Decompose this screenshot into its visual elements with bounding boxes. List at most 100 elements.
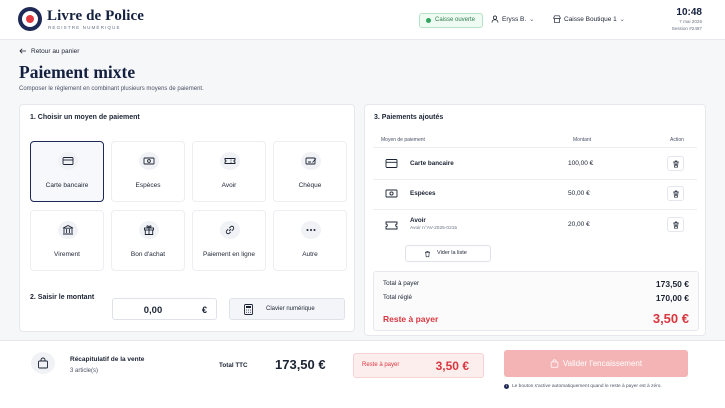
choose-method-title: 1. Choisir un moyen de paiement bbox=[30, 114, 140, 121]
page-title: Paiement mixte bbox=[19, 62, 136, 82]
method-label: Autre bbox=[302, 251, 318, 258]
row-method-name: Avoir bbox=[410, 217, 426, 224]
credit-card-icon bbox=[58, 152, 78, 170]
user-menu[interactable]: Eryss B. ⌄ bbox=[491, 15, 534, 23]
shop-menu[interactable]: Caisse Boutique 1 ⌄ bbox=[553, 15, 625, 23]
method-label: Bon d'achat bbox=[130, 251, 166, 258]
status-dot-icon bbox=[426, 18, 431, 23]
column-header-amount: Montant bbox=[573, 137, 592, 143]
total-paid-label: Total réglé bbox=[383, 294, 413, 301]
validate-hint: i Le bouton s'active automatiquement quan… bbox=[504, 384, 662, 389]
method-label: Avoir bbox=[221, 182, 237, 189]
register-status-label: Caisse ouverte bbox=[435, 17, 476, 23]
ticket-icon bbox=[385, 220, 399, 232]
clock-time: 10:48 bbox=[676, 7, 702, 18]
trash-icon bbox=[673, 221, 679, 229]
back-label: Retour au panier bbox=[31, 48, 80, 55]
store-icon bbox=[553, 15, 561, 23]
method-tile-online[interactable]: Paiement en ligne bbox=[192, 210, 266, 271]
ticket-icon bbox=[220, 152, 240, 170]
divider bbox=[373, 209, 697, 210]
link-icon bbox=[220, 221, 240, 239]
credit-card-icon bbox=[385, 158, 399, 170]
delete-row-button[interactable] bbox=[667, 156, 684, 171]
shop-name: Caisse Boutique 1 bbox=[564, 16, 617, 23]
delete-row-button[interactable] bbox=[667, 186, 684, 201]
info-icon: i bbox=[504, 384, 509, 389]
clear-list-button[interactable]: Vider la liste bbox=[405, 245, 491, 262]
row-method-name: Carte bancaire bbox=[410, 160, 454, 167]
row-amount: 50,00 € bbox=[568, 190, 590, 197]
logo-icon bbox=[18, 7, 42, 31]
validate-payment-button[interactable]: Valider l'encaissement bbox=[504, 350, 688, 377]
added-payments-title: 3. Paiements ajoutés bbox=[374, 114, 444, 121]
row-method-name: Espèces bbox=[410, 190, 436, 197]
remaining-label: Reste à payer bbox=[383, 314, 439, 324]
total-to-pay-value: 173,50 € bbox=[655, 279, 689, 289]
method-tile-card[interactable]: Carte bancaire bbox=[30, 141, 104, 202]
column-header-action: Action bbox=[670, 137, 684, 143]
banknote-icon bbox=[385, 188, 399, 200]
method-label: Espèces bbox=[135, 182, 161, 189]
gift-icon bbox=[139, 221, 159, 239]
total-ttc-value: 173,50 € bbox=[275, 357, 326, 372]
validate-label: Valider l'encaissement bbox=[562, 359, 643, 368]
row-amount: 100,00 € bbox=[568, 160, 594, 167]
method-label: Paiement en ligne bbox=[202, 251, 256, 258]
chevron-down-icon: ⌄ bbox=[529, 17, 535, 23]
top-bar: Livre de Police REGISTRE NUMÉRIQUE Caiss… bbox=[0, 0, 725, 40]
amount-input[interactable]: 0,00 € bbox=[112, 298, 217, 320]
method-label: Virement bbox=[54, 251, 80, 258]
total-to-pay-label: Total à payer bbox=[383, 280, 420, 287]
method-label: Carte bancaire bbox=[45, 182, 89, 189]
trash-icon bbox=[673, 160, 679, 168]
amount-value: 0,00 bbox=[143, 305, 163, 316]
numeric-keypad-button[interactable]: Clavier numérique bbox=[229, 298, 345, 320]
sale-summary-bar: Récapitulatif de la vente 3 article(s) T… bbox=[0, 340, 725, 408]
cheque-icon bbox=[301, 152, 321, 170]
calculator-icon bbox=[244, 304, 253, 315]
trash-icon bbox=[673, 190, 679, 198]
delete-row-button[interactable] bbox=[667, 217, 684, 232]
total-paid-value: 170,00 € bbox=[655, 293, 689, 303]
method-tile-cheque[interactable]: Chèque bbox=[273, 141, 347, 202]
payment-input-card: 1. Choisir un moyen de paiement Carte ba… bbox=[19, 104, 355, 332]
divider bbox=[373, 147, 697, 148]
brand-name: Livre de Police bbox=[47, 8, 145, 24]
more-icon bbox=[301, 221, 321, 239]
remaining-value: 3,50 € bbox=[652, 311, 689, 326]
method-tile-cash[interactable]: Espèces bbox=[111, 141, 185, 202]
clock-date: 7 mai 2025 bbox=[679, 19, 702, 24]
shopping-bag-icon bbox=[31, 352, 55, 374]
method-tile-transfer[interactable]: Virement bbox=[30, 210, 104, 271]
session-id: Session #2487 bbox=[671, 26, 702, 31]
total-ttc-label: Total TTC bbox=[219, 362, 248, 369]
brand-tagline: REGISTRE NUMÉRIQUE bbox=[48, 25, 121, 30]
method-label: Chèque bbox=[298, 182, 322, 189]
clear-list-label: Vider la liste bbox=[437, 250, 467, 256]
user-icon bbox=[491, 15, 499, 23]
hint-text: Le bouton s'active automatiquement quand… bbox=[512, 384, 662, 389]
column-header-method: Moyen de paiement bbox=[381, 137, 425, 143]
divider bbox=[373, 179, 697, 180]
row-method-detail: Avoir n°AV-2025-0215 bbox=[410, 226, 458, 231]
trash-icon bbox=[425, 251, 430, 258]
totals-summary: Total à payer 173,50 € Total réglé 170,0… bbox=[373, 271, 699, 331]
method-tile-credit-note[interactable]: Avoir bbox=[192, 141, 266, 202]
chevron-down-icon: ⌄ bbox=[619, 17, 625, 23]
currency-symbol: € bbox=[201, 305, 207, 315]
remaining-badge-value: 3,50 € bbox=[435, 359, 469, 373]
user-name: Eryss B. bbox=[502, 16, 527, 23]
row-amount: 20,00 € bbox=[568, 221, 590, 228]
remaining-badge: Reste à payer 3,50 € bbox=[353, 353, 484, 378]
method-tile-other[interactable]: Autre bbox=[273, 210, 347, 271]
sale-recap-title: Récapitulatif de la vente bbox=[70, 356, 145, 363]
remaining-badge-label: Reste à payer bbox=[362, 362, 400, 368]
item-count: 3 article(s) bbox=[70, 368, 99, 374]
banknote-icon bbox=[139, 152, 159, 170]
back-to-cart-link[interactable]: Retour au panier bbox=[19, 48, 79, 55]
method-tile-voucher[interactable]: Bon d'achat bbox=[111, 210, 185, 271]
keypad-label: Clavier numérique bbox=[266, 306, 315, 312]
register-status-badge: Caisse ouverte bbox=[419, 13, 484, 28]
bank-icon bbox=[58, 221, 78, 239]
